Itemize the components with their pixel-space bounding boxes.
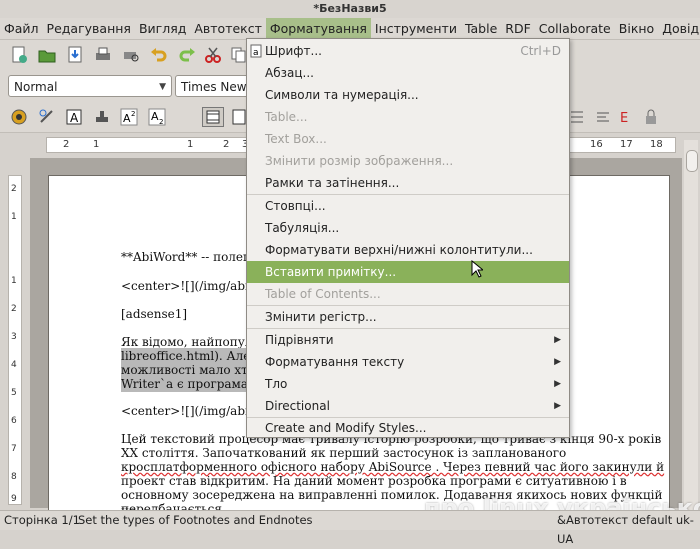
submenu-arrow-icon: ▶ — [554, 379, 561, 389]
menu-autotext[interactable]: Автотекст — [190, 18, 266, 39]
vruler-tick: 5 — [11, 388, 17, 398]
print-preview-icon[interactable] — [122, 46, 140, 64]
subscript-icon[interactable]: A2 — [148, 108, 166, 126]
format-menu: a Шрифт... Ctrl+D Абзац... Символи та ну… — [246, 38, 570, 438]
open-folder-icon[interactable] — [38, 46, 56, 64]
menu-item-align[interactable]: Підрівняти ▶ — [247, 329, 569, 351]
vruler-tick: 3 — [11, 332, 17, 342]
doc-line: **AbiWord** -- полегш — [121, 250, 261, 264]
style-select[interactable]: Normal ▼ — [8, 75, 172, 97]
print-icon[interactable] — [94, 46, 112, 64]
menu-item-table[interactable]: Table... — [247, 106, 569, 128]
menu-item-text-box[interactable]: Text Box... — [247, 128, 569, 150]
menu-item-text-formatting[interactable]: Форматування тексту ▶ — [247, 351, 569, 373]
svg-text:A: A — [70, 111, 79, 125]
mouse-cursor-icon — [471, 260, 483, 278]
cut-icon[interactable] — [204, 46, 222, 64]
menu-item-tabs[interactable]: Табуляція... — [247, 217, 569, 239]
font-select[interactable]: Times New — [175, 75, 249, 97]
svg-text:A: A — [123, 112, 131, 125]
menu-help[interactable]: Довідка — [658, 18, 700, 39]
font-icon: a — [250, 44, 262, 58]
vruler-tick: 7 — [11, 444, 17, 454]
menu-edit[interactable]: Редагування — [43, 18, 135, 39]
scrollbar-thumb[interactable] — [686, 150, 698, 172]
ruler-tick: 18 — [650, 139, 663, 150]
menu-item-borders-shading[interactable]: Рамки та затінення... — [247, 172, 569, 194]
save-icon[interactable] — [66, 46, 84, 64]
menu-item-font[interactable]: a Шрифт... Ctrl+D — [247, 40, 569, 62]
svg-text:a: a — [253, 48, 259, 58]
submenu-arrow-icon: ▶ — [554, 335, 561, 345]
image-icon[interactable] — [10, 108, 28, 126]
vruler-tick: 6 — [11, 416, 17, 426]
menu-item-styles[interactable]: Create and Modify Styles... — [247, 417, 569, 439]
bullets-icon[interactable] — [568, 108, 586, 126]
text-box-icon[interactable]: A — [65, 108, 83, 126]
menu-item-paragraph[interactable]: Абзац... — [247, 62, 569, 84]
vruler-tick: 4 — [11, 360, 17, 370]
vruler-tick: 1 — [11, 276, 17, 286]
menu-collaborate[interactable]: Collaborate — [535, 18, 615, 39]
menu-format[interactable]: Форматування — [265, 18, 371, 39]
vruler-tick: 9 — [11, 494, 17, 504]
ruler-tick: 1 — [93, 139, 100, 150]
header-footer-icon[interactable] — [202, 107, 224, 127]
font-value: Times New — [181, 80, 247, 94]
link-icon[interactable] — [38, 108, 56, 126]
vertical-scrollbar[interactable] — [684, 140, 698, 510]
lines-icon[interactable] — [594, 108, 612, 126]
menu-window[interactable]: Вікно — [615, 18, 658, 39]
edit-text-icon[interactable]: E — [618, 108, 636, 126]
menu-item-directional[interactable]: Directional ▶ — [247, 395, 569, 417]
menu-table[interactable]: Table — [461, 18, 501, 39]
undo-icon[interactable] — [150, 46, 168, 64]
svg-text:E: E — [620, 111, 628, 126]
menubar: Файл Редагування Вигляд Автотекст Формат… — [0, 18, 700, 40]
ruler-tick: 16 — [590, 139, 603, 150]
ruler-tick: 2 — [223, 139, 230, 150]
superscript-icon[interactable]: A2 — [120, 108, 138, 126]
menu-tools[interactable]: Інструменти — [371, 18, 461, 39]
submenu-arrow-icon: ▶ — [554, 401, 561, 411]
ruler-tick: 1 — [187, 139, 194, 150]
chevron-down-icon: ▼ — [159, 82, 166, 92]
svg-text:2: 2 — [159, 118, 163, 126]
menu-item-insert-footnote[interactable]: Вставити примітку... — [247, 261, 569, 283]
menu-item-bullets-numbering[interactable]: Символи та нумерація... — [247, 84, 569, 106]
status-page: Сторінка 1/1 — [4, 513, 80, 527]
svg-text:2: 2 — [131, 110, 135, 118]
lock-icon[interactable] — [643, 108, 661, 126]
menu-view[interactable]: Вигляд — [135, 18, 190, 39]
menu-item-background[interactable]: Тло ▶ — [247, 373, 569, 395]
ruler-tick: 2 — [63, 139, 70, 150]
doc-line: [adsense1] — [121, 307, 188, 321]
vertical-ruler[interactable]: 2 1 1 2 3 4 5 6 7 8 9 — [8, 175, 22, 505]
menu-rdf[interactable]: RDF — [501, 18, 535, 39]
menu-item-columns[interactable]: Стовпці... — [247, 195, 569, 217]
menu-file[interactable]: Файл — [0, 18, 43, 39]
svg-text:A: A — [151, 110, 159, 123]
menu-item-header-footer[interactable]: Форматувати верхні/нижні колонтитули... — [247, 239, 569, 261]
vruler-tick: 2 — [11, 304, 17, 314]
redo-icon[interactable] — [178, 46, 196, 64]
window-title: *БезНазви5 — [0, 0, 700, 18]
vruler-tick: 1 — [11, 212, 17, 222]
stamp-icon[interactable] — [93, 108, 111, 126]
menu-item-resize-image[interactable]: Змінити розмір зображення... — [247, 150, 569, 172]
new-document-icon[interactable] — [10, 46, 28, 64]
status-right: &Автотекст default uk-UA — [557, 513, 694, 546]
menu-item-table-of-contents[interactable]: Table of Contents... — [247, 283, 569, 305]
ruler-tick: 17 — [620, 139, 633, 150]
style-value: Normal — [14, 80, 58, 94]
status-hint: Set the types of Footnotes and Endnotes — [78, 513, 313, 527]
submenu-arrow-icon: ▶ — [554, 357, 561, 367]
vruler-tick: 2 — [11, 184, 17, 194]
vruler-tick: 8 — [11, 472, 17, 482]
menu-item-change-case[interactable]: Змінити регістр... — [247, 306, 569, 328]
statusbar: Сторінка 1/1 Set the types of Footnotes … — [0, 510, 700, 546]
